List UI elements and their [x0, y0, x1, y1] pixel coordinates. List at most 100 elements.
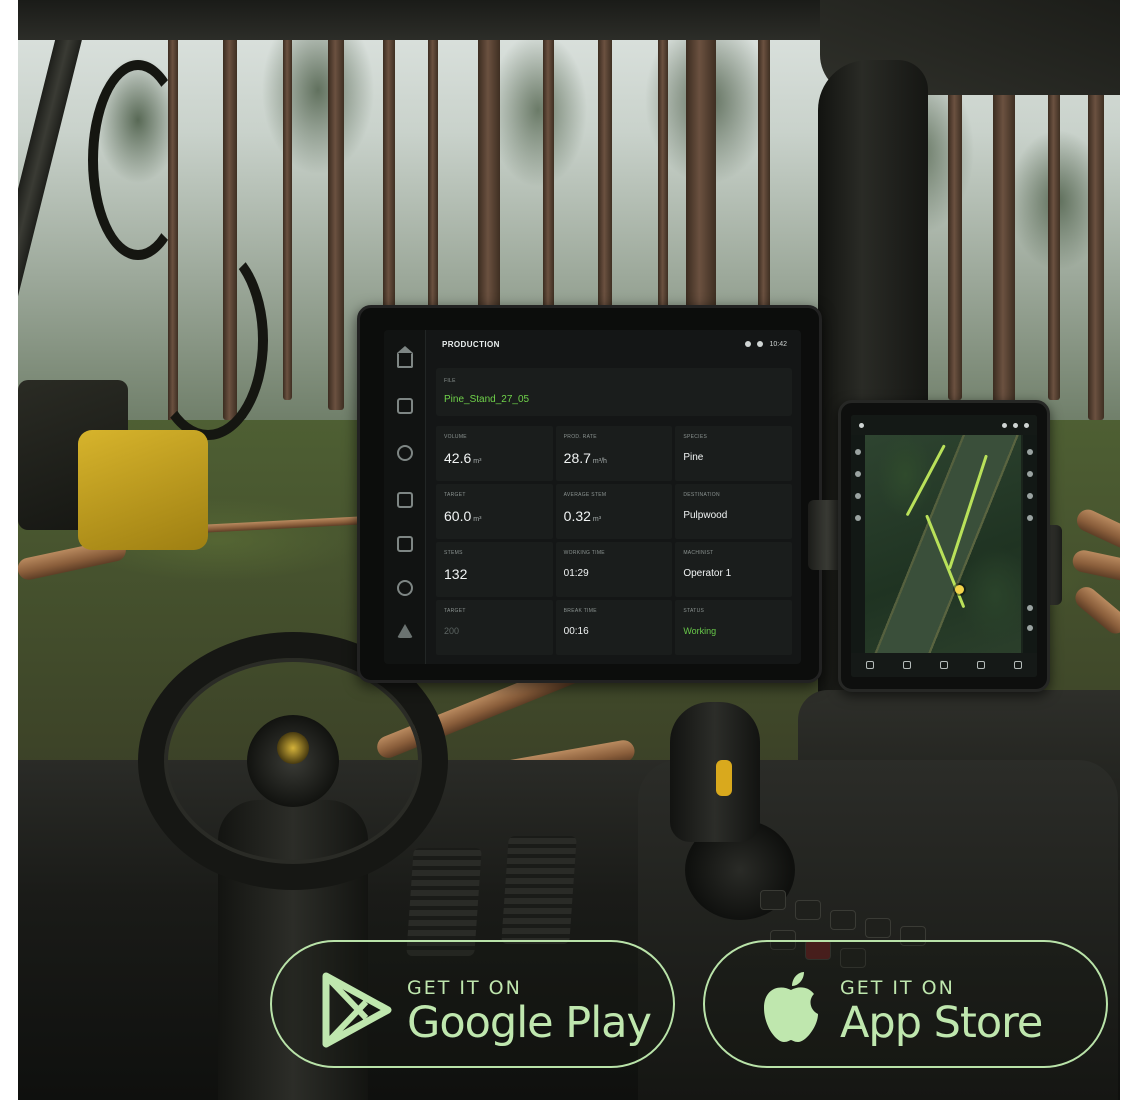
map-icon[interactable] [397, 492, 413, 508]
metric-card: AVERAGE STEM 0.32 m³ [555, 484, 673, 539]
metric-unit: m³ [592, 516, 602, 523]
metric-label: STATUS [683, 608, 705, 614]
map-icon[interactable] [902, 661, 911, 669]
metric-label: PROD. RATE [563, 434, 597, 440]
tree-trunk [383, 20, 395, 320]
menu-icon[interactable] [859, 422, 864, 428]
metric-card: TARGET 200 [436, 600, 553, 655]
console-key [795, 900, 821, 920]
tablet-screen [851, 415, 1037, 677]
console-key [760, 890, 786, 910]
metric-number: 42.6 [444, 450, 472, 466]
compass-icon[interactable] [855, 493, 861, 499]
metric-value: Pine [683, 452, 784, 463]
metric-label: VOLUME [444, 434, 467, 440]
tree-trunk [283, 20, 292, 400]
badge-store-name: Google Play [407, 998, 652, 1048]
joystick-button [716, 760, 732, 796]
tool-icon[interactable] [1027, 625, 1033, 631]
metric-card: DESTINATION Pulpwood [675, 484, 792, 539]
metric-label: STEMS [444, 550, 463, 556]
metric-label: SPECIES [683, 434, 708, 440]
tree-trunk [328, 20, 344, 410]
zoom-in-icon[interactable] [855, 449, 861, 455]
tree-trunk [428, 20, 438, 320]
tool-icon[interactable] [1027, 493, 1033, 499]
app-store-badge[interactable]: GET IT ON App Store [703, 940, 1108, 1068]
metric-card: MACHINIST Operator 1 [675, 542, 792, 597]
file-selector[interactable]: FILE Pine_Stand_27_05 [436, 368, 792, 416]
settings-icon[interactable] [397, 580, 413, 596]
tool-icon[interactable] [1027, 515, 1033, 521]
tree-trunk [658, 20, 668, 320]
metric-number: 200 [444, 626, 460, 636]
metric-number: Pulpwood [683, 510, 728, 521]
metric-value: 0.32 m³ [564, 508, 665, 524]
warning-icon[interactable] [397, 624, 413, 638]
settings-icon[interactable] [1024, 422, 1029, 428]
camera-icon[interactable] [939, 661, 948, 669]
track-line [925, 514, 966, 609]
google-play-badge[interactable]: GET IT ON Google Play [270, 940, 675, 1068]
metric-value: 60.0 m³ [444, 508, 545, 524]
metric-value: 42.6 m³ [444, 450, 545, 466]
add-icon[interactable] [1014, 661, 1023, 669]
clock: 10:42 [769, 340, 787, 348]
map-tablet [838, 400, 1050, 692]
screen-title: PRODUCTION [442, 339, 500, 349]
metric-card: STATUS Working [675, 600, 792, 655]
console-key [830, 910, 856, 930]
file-label: FILE [444, 378, 456, 384]
track-line [905, 444, 946, 517]
production-screen: PRODUCTION 10:42 FILE Pine_Stand_27_05 V… [384, 330, 801, 664]
map-right-toolbar [1023, 435, 1037, 653]
list-icon[interactable] [977, 661, 986, 669]
machine-position-icon [955, 585, 964, 594]
file-name: Pine_Stand_27_05 [444, 394, 530, 405]
metric-value: Pulpwood [683, 510, 784, 521]
gps-icon[interactable] [1013, 422, 1018, 428]
tablet-bottom-nav [851, 653, 1037, 677]
home-icon[interactable] [397, 346, 413, 368]
metric-value: 132 [444, 566, 545, 582]
layers-icon[interactable] [1002, 422, 1007, 428]
metric-card: WORKING TIME 01:29 [555, 542, 673, 597]
pedal [501, 836, 577, 944]
gauge-icon[interactable] [397, 445, 413, 461]
metric-label: BREAK TIME [563, 608, 597, 614]
metric-unit: m³ [473, 458, 482, 465]
tree-trunk [543, 20, 554, 320]
metric-unit: m³ [473, 516, 482, 523]
metric-label: DESTINATION [683, 492, 720, 498]
metric-value: 00:16 [564, 626, 665, 637]
satellite-map[interactable] [865, 435, 1021, 653]
home-icon[interactable] [865, 661, 874, 669]
tool-icon[interactable] [1027, 449, 1033, 455]
production-monitor: PRODUCTION 10:42 FILE Pine_Stand_27_05 V… [357, 305, 822, 683]
metric-card: VOLUME 42.6 m³ [436, 426, 553, 481]
console-key [865, 918, 891, 938]
locate-icon[interactable] [855, 515, 861, 521]
zoom-out-icon[interactable] [855, 471, 861, 477]
track-line [947, 454, 988, 570]
metric-label: WORKING TIME [563, 550, 605, 556]
metric-card: BREAK TIME 00:16 [555, 600, 673, 655]
tool-icon[interactable] [1027, 605, 1033, 611]
metric-number: Pine [683, 452, 704, 463]
metric-value: Working [683, 626, 784, 636]
tablet-status-bar [851, 415, 1037, 435]
metric-card: SPECIES Pine [675, 426, 792, 481]
signal-icon [745, 341, 752, 347]
metric-number: 01:29 [563, 568, 589, 579]
metric-number: Working [683, 626, 717, 636]
metric-number: 00:16 [563, 626, 589, 637]
metric-number: 60.0 [444, 508, 472, 524]
tool-icon[interactable] [1027, 471, 1033, 477]
steering-logo [277, 732, 309, 764]
badge-small-text: GET IT ON [407, 977, 522, 999]
clipboard-icon[interactable] [397, 398, 413, 414]
metric-label: TARGET [444, 608, 466, 614]
chart-icon[interactable] [397, 536, 413, 552]
google-play-icon [322, 972, 392, 1048]
metric-number: Operator 1 [683, 568, 732, 579]
